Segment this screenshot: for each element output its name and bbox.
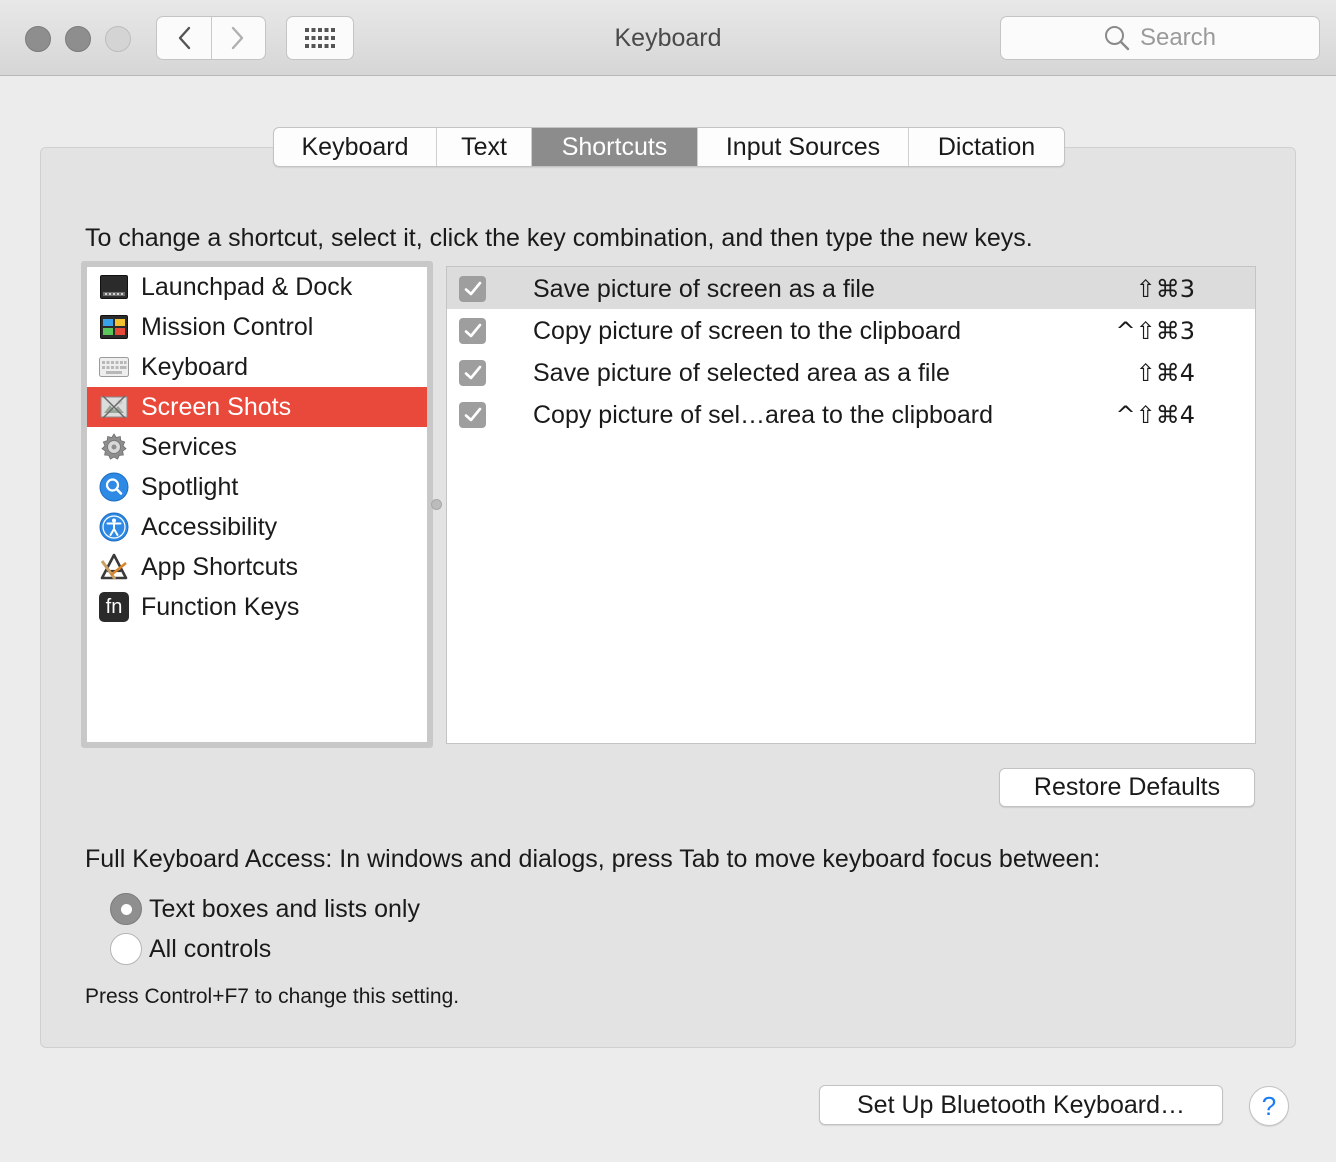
fn-key-glyph: fn bbox=[99, 592, 129, 622]
category-function-keys[interactable]: fn Function Keys bbox=[87, 587, 427, 627]
tab-input-sources[interactable]: Input Sources bbox=[697, 128, 908, 166]
app-shortcuts-icon bbox=[99, 552, 129, 582]
split-view-handle[interactable] bbox=[431, 499, 442, 510]
keyboard-access-hint: Press Control+F7 to change this setting. bbox=[85, 985, 460, 1008]
function-keys-icon: fn bbox=[99, 592, 129, 622]
category-keyboard[interactable]: Keyboard bbox=[87, 347, 427, 387]
category-label: Function Keys bbox=[141, 592, 300, 621]
shortcut-enable-checkbox[interactable] bbox=[459, 360, 486, 386]
tab-text[interactable]: Text bbox=[436, 128, 531, 166]
shortcut-label: Copy picture of screen to the clipboard bbox=[533, 317, 962, 345]
category-label: Services bbox=[141, 432, 237, 461]
shortcut-label: Save picture of screen as a file bbox=[533, 275, 875, 303]
tab-shortcuts[interactable]: Shortcuts bbox=[531, 128, 697, 166]
category-label: Spotlight bbox=[141, 472, 239, 501]
category-mission-control[interactable]: Mission Control bbox=[87, 307, 427, 347]
shortcut-enable-checkbox[interactable] bbox=[459, 318, 486, 344]
category-label: Accessibility bbox=[141, 512, 278, 541]
radio-all-controls[interactable]: All controls bbox=[110, 932, 271, 966]
mission-control-icon bbox=[99, 312, 129, 342]
full-keyboard-access-label: Full Keyboard Access: In windows and dia… bbox=[85, 845, 1101, 873]
category-accessibility[interactable]: Accessibility bbox=[87, 507, 427, 547]
category-label: Keyboard bbox=[141, 352, 249, 381]
category-launchpad-dock[interactable]: Launchpad & Dock bbox=[87, 267, 427, 307]
shortcut-keys[interactable]: ⇧⌘4 bbox=[1136, 359, 1195, 387]
checkmark-icon bbox=[464, 281, 481, 296]
radio-label: Text boxes and lists only bbox=[149, 894, 420, 923]
accessibility-icon bbox=[99, 512, 129, 542]
radio-label: All controls bbox=[149, 934, 272, 963]
category-label: App Shortcuts bbox=[141, 552, 299, 581]
help-icon: ? bbox=[1261, 1090, 1277, 1121]
radio-button-checked[interactable] bbox=[110, 893, 142, 925]
shortcut-row-save-screen-file[interactable]: Save picture of screen as a file ⇧⌘3 bbox=[447, 267, 1255, 309]
restore-defaults-button[interactable]: Restore Defaults bbox=[999, 768, 1255, 807]
title-bar: Keyboard Search bbox=[0, 0, 1336, 76]
shortcut-enable-checkbox[interactable] bbox=[459, 276, 486, 302]
radio-button-unchecked[interactable] bbox=[110, 933, 142, 965]
category-screen-shots[interactable]: Screen Shots bbox=[87, 387, 427, 427]
shortcut-row-save-area-file[interactable]: Save picture of selected area as a file … bbox=[447, 351, 1255, 393]
tab-keyboard[interactable]: Keyboard bbox=[274, 128, 436, 166]
checkmark-icon bbox=[464, 365, 481, 380]
category-label: Mission Control bbox=[141, 312, 314, 341]
instructions-text: To change a shortcut, select it, click t… bbox=[85, 224, 1033, 252]
shortcut-keys[interactable]: ^⇧⌘4 bbox=[1116, 401, 1196, 429]
category-app-shortcuts[interactable]: App Shortcuts bbox=[87, 547, 427, 587]
launchpad-dock-icon bbox=[99, 272, 129, 302]
category-label: Launchpad & Dock bbox=[141, 272, 353, 301]
keyboard-icon bbox=[99, 352, 129, 382]
search-icon bbox=[1104, 26, 1130, 51]
shortcut-label: Save picture of selected area as a file bbox=[533, 359, 950, 387]
screenshot-icon bbox=[99, 392, 129, 422]
setup-bluetooth-keyboard-button[interactable]: Set Up Bluetooth Keyboard… bbox=[819, 1085, 1223, 1125]
shortcut-keys[interactable]: ^⇧⌘3 bbox=[1116, 317, 1196, 345]
shortcut-keys[interactable]: ⇧⌘3 bbox=[1136, 275, 1195, 303]
shortcut-list[interactable]: Save picture of screen as a file ⇧⌘3 Cop… bbox=[446, 266, 1256, 744]
tab-dictation[interactable]: Dictation bbox=[908, 128, 1064, 166]
shortcut-enable-checkbox[interactable] bbox=[459, 402, 486, 428]
category-label: Screen Shots bbox=[141, 392, 292, 421]
checkmark-icon bbox=[464, 407, 481, 422]
help-button[interactable]: ? bbox=[1249, 1086, 1289, 1126]
checkmark-icon bbox=[464, 323, 481, 338]
category-spotlight[interactable]: Spotlight bbox=[87, 467, 427, 507]
shortcut-row-copy-screen-clipboard[interactable]: Copy picture of screen to the clipboard … bbox=[447, 309, 1255, 351]
shortcut-label: Copy picture of sel…area to the clipboar… bbox=[533, 401, 993, 429]
shortcut-row-copy-area-clipboard[interactable]: Copy picture of sel…area to the clipboar… bbox=[447, 393, 1255, 435]
spotlight-icon bbox=[99, 472, 129, 502]
category-services[interactable]: Services bbox=[87, 427, 427, 467]
search-placeholder: Search bbox=[1139, 24, 1217, 51]
tab-bar: Keyboard Text Shortcuts Input Sources Di… bbox=[273, 127, 1065, 167]
gear-icon bbox=[99, 432, 129, 462]
search-field[interactable]: Search bbox=[1000, 16, 1320, 60]
radio-text-boxes-lists[interactable]: Text boxes and lists only bbox=[110, 892, 420, 926]
shortcut-category-list[interactable]: Launchpad & Dock Mission Control Keyboar… bbox=[81, 261, 433, 748]
